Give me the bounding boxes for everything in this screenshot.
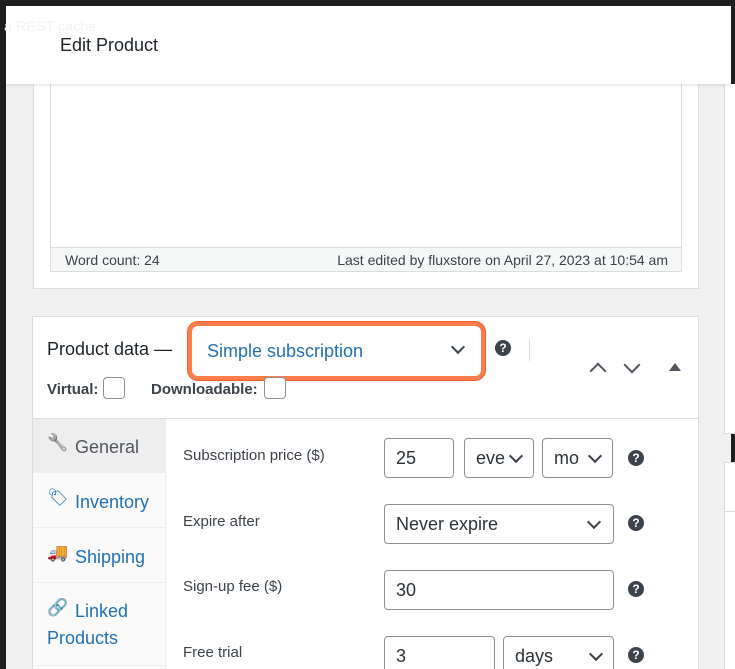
tab-label: Shipping [75, 547, 146, 567]
header-divider [529, 339, 530, 361]
wrench-icon: 🔧 [47, 433, 69, 452]
subscription-price-label: Subscription price ($) [183, 447, 325, 464]
free-trial-unit-select[interactable]: days [503, 636, 614, 669]
chevron-down-icon [588, 646, 604, 662]
collapse-toggle-icon[interactable] [669, 363, 681, 371]
help-icon[interactable]: ? [628, 581, 644, 597]
word-count: Word count: 24 [65, 252, 160, 268]
editor-content-area[interactable]: Word count: 24 Last edited by fluxstore … [50, 84, 682, 272]
move-up-icon[interactable] [589, 362, 607, 380]
help-icon[interactable]: ? [628, 450, 644, 466]
move-down-icon[interactable] [623, 356, 641, 374]
virtual-checkbox[interactable] [103, 377, 125, 399]
link-icon: 🔗 [47, 598, 69, 617]
tab-general[interactable]: 🔧 General [33, 419, 166, 473]
chevron-down-icon [508, 448, 524, 464]
right-sidebar-panel [724, 84, 735, 434]
free-trial-input[interactable]: 3 [384, 636, 495, 669]
product-type-value: Simple subscription [207, 341, 364, 361]
last-edited-info: Last edited by fluxstore on April 27, 20… [337, 252, 668, 268]
chevron-down-icon [450, 339, 466, 355]
right-sidebar-panel-2 [724, 462, 735, 669]
billing-interval-value: eve [476, 448, 506, 468]
tab-shipping[interactable]: 🚚 Shipping [33, 529, 166, 583]
tab-linked-products[interactable]: 🔗 Linked Products [33, 584, 166, 666]
edit-product-header: Edit Product [6, 6, 731, 84]
free-trial-label: Free trial [183, 644, 243, 661]
product-type-select[interactable]: Simple subscription [188, 322, 485, 380]
billing-interval-select[interactable]: eve [464, 438, 534, 478]
window-frame-left [0, 0, 6, 669]
expire-after-value: Never expire [396, 514, 499, 534]
chevron-down-icon [587, 448, 603, 464]
background-text: a REST cache [4, 18, 97, 34]
tab-label-line2: Products [47, 628, 119, 648]
truck-icon: 🚚 [47, 543, 69, 562]
tab-inventory[interactable]: 🏷 Inventory [33, 474, 166, 528]
downloadable-checkbox[interactable] [264, 377, 286, 399]
description-editor-panel: Word count: 24 Last edited by fluxstore … [33, 84, 699, 289]
help-icon[interactable]: ? [628, 515, 644, 531]
expire-after-select[interactable]: Never expire [384, 504, 614, 544]
editor-status-bar: Word count: 24 Last edited by fluxstore … [51, 247, 681, 271]
tab-label: General [75, 437, 140, 457]
tab-label: Linked [75, 601, 129, 621]
help-icon[interactable]: ? [495, 340, 511, 356]
subscription-price-input[interactable]: 25 [384, 438, 454, 478]
free-trial-unit-value: days [515, 646, 554, 666]
signup-fee-label: Sign-up fee ($) [183, 578, 283, 595]
chevron-down-icon [586, 514, 602, 530]
tag-icon: 🏷 [47, 488, 69, 507]
billing-period-select[interactable]: mo [542, 438, 613, 478]
virtual-label: Virtual: [47, 381, 99, 398]
page-title: Edit Product [60, 35, 159, 55]
product-data-panel: Product data — Simple subscription ? Vir… [32, 316, 699, 669]
product-data-title: Product data — [47, 339, 173, 359]
tab-label: Inventory [75, 492, 150, 512]
product-data-tabs: 🔧 General 🏷 Inventory 🚚 Shipping 🔗 Linke… [33, 419, 166, 669]
help-icon[interactable]: ? [628, 647, 644, 663]
expire-after-label: Expire after [183, 513, 260, 530]
signup-fee-input[interactable]: 30 [384, 570, 614, 610]
billing-period-value: mo [554, 448, 580, 468]
downloadable-label: Downloadable: [151, 381, 258, 398]
